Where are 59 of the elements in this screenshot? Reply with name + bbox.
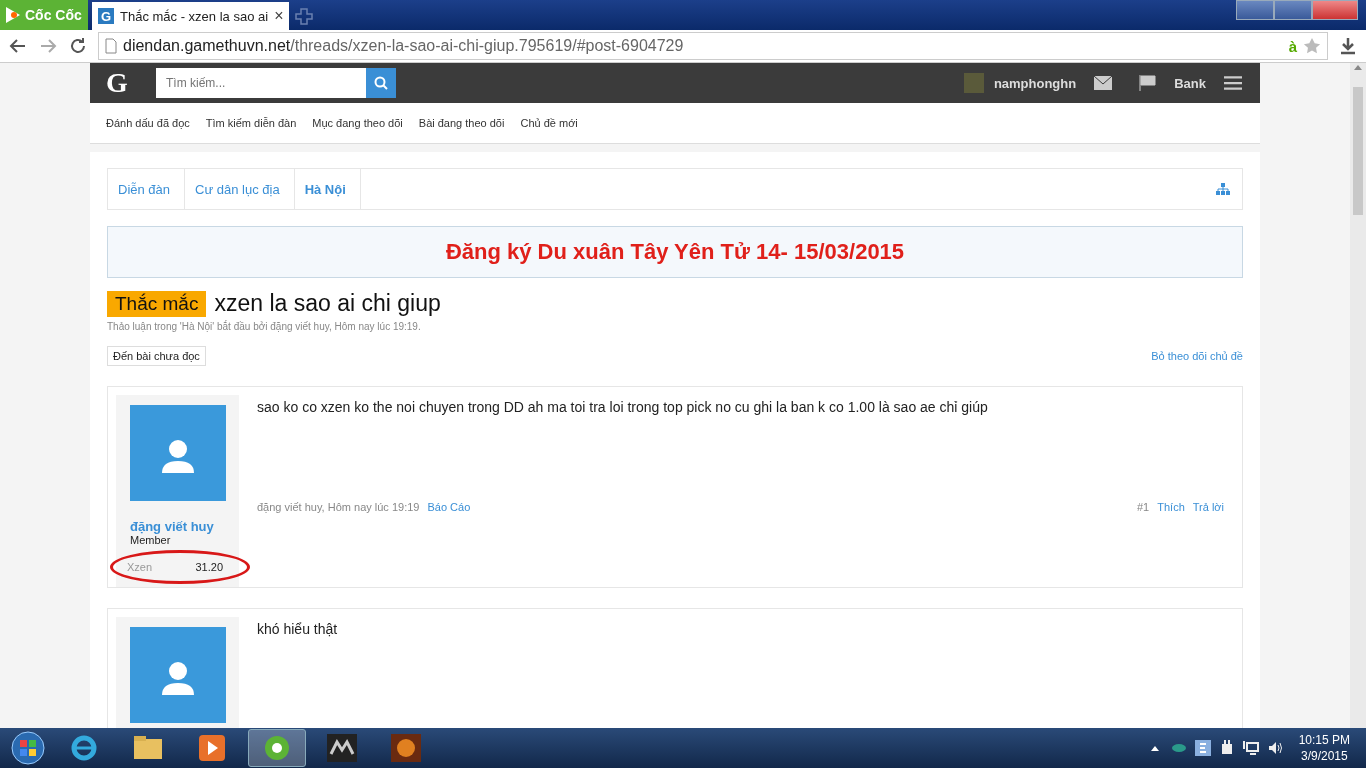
avatar-placeholder[interactable] bbox=[130, 405, 226, 501]
thread-description: Thảo luận trong 'Hà Nội' bắt đầu bởi đặng viết huy, Hôm nay lúc 19:19. bbox=[107, 321, 422, 332]
media-player-icon bbox=[199, 735, 225, 761]
game-icon bbox=[391, 734, 421, 762]
user-role: Member bbox=[130, 534, 172, 546]
reply-link[interactable]: Trả lời bbox=[1192, 501, 1224, 513]
post-message: khó hiểu thật bbox=[257, 621, 339, 639]
search-field[interactable]: Tìm kiếm... bbox=[156, 68, 366, 98]
browser-icon bbox=[263, 734, 291, 762]
sitemap-icon[interactable] bbox=[1216, 183, 1230, 195]
tray-app-icon[interactable] bbox=[1194, 740, 1211, 756]
flag-icon[interactable] bbox=[1138, 75, 1157, 91]
taskbar-app[interactable] bbox=[248, 729, 306, 767]
network-icon[interactable] bbox=[1242, 740, 1259, 756]
folder-icon bbox=[133, 735, 163, 761]
site-logo[interactable]: G bbox=[106, 67, 146, 99]
browser-tab[interactable]: G Thắc mắc - xzen la sao ai × bbox=[92, 2, 290, 30]
subnav-link[interactable]: Bài đang theo dõi bbox=[418, 117, 505, 129]
search-button[interactable] bbox=[366, 68, 396, 98]
username-link[interactable]: namphonghn bbox=[993, 75, 1077, 91]
new-tab-icon[interactable] bbox=[293, 6, 316, 26]
download-icon[interactable] bbox=[1338, 36, 1358, 56]
breadcrumb-link[interactable]: Cư dân lục địa bbox=[185, 169, 295, 209]
minimize-button[interactable] bbox=[1236, 0, 1274, 20]
site-favicon-icon: G bbox=[98, 8, 114, 24]
like-link[interactable]: Thích bbox=[1157, 501, 1185, 513]
volume-icon[interactable] bbox=[1266, 740, 1283, 756]
stat-value: 31.20 bbox=[195, 561, 223, 573]
reload-icon[interactable] bbox=[68, 36, 88, 56]
thread-title: xzen la sao ai chi giup bbox=[214, 290, 441, 317]
thread-prefix: Thắc mắc bbox=[107, 290, 207, 317]
bank-link[interactable]: Bank bbox=[1174, 75, 1206, 91]
game-icon bbox=[327, 734, 357, 762]
post-author-date: đặng viết huy, Hôm nay lúc 19:19 bbox=[257, 501, 420, 513]
star-icon[interactable] bbox=[1303, 37, 1321, 55]
subnav-link[interactable]: Mục đang theo dõi bbox=[312, 117, 403, 129]
address-bar[interactable]: diendan.gamethuvn.net/threads/xzen-la-sao-ai-chi-giup.795619/#post-6904729 à bbox=[98, 32, 1328, 60]
letter-e-icon bbox=[70, 734, 98, 762]
close-tab-button[interactable]: × bbox=[274, 7, 284, 25]
notice-banner[interactable]: Đăng ký Du xuân Tây Yên Tử 14- 15/03/2015 bbox=[107, 226, 1243, 278]
menu-icon[interactable] bbox=[1224, 75, 1242, 91]
avatar-placeholder[interactable] bbox=[130, 627, 226, 723]
stat-label: Xzen bbox=[127, 561, 153, 573]
clock[interactable]: 10:15 PM 3/9/2015 bbox=[1298, 732, 1350, 764]
search-icon bbox=[374, 76, 388, 90]
start-button[interactable] bbox=[8, 730, 48, 766]
post-message: sao ko co xzen ko the noi chuyen trong DD ah ma toi tra loi trong top pick no cu ghi la ban k co 1.00 là sao ae chỉ giúp bbox=[257, 399, 989, 417]
scrollbar-thumb[interactable] bbox=[1353, 87, 1363, 215]
unwatch-link[interactable]: Bỏ theo dõi chủ đề bbox=[1151, 350, 1243, 362]
unread-button[interactable]: Đến bài chưa đọc bbox=[107, 346, 206, 366]
post-number[interactable]: #1 bbox=[1137, 501, 1150, 513]
subnav-link[interactable]: Chủ đề mới bbox=[520, 117, 578, 129]
report-link[interactable]: Báo Cáo bbox=[427, 501, 471, 513]
page-icon bbox=[105, 38, 117, 54]
envelope-icon[interactable] bbox=[1094, 75, 1113, 91]
restore-button[interactable] bbox=[1274, 0, 1312, 20]
breadcrumb-link[interactable]: Diễn đàn bbox=[108, 169, 186, 209]
subnav-link[interactable]: Tìm kiếm diễn đàn bbox=[205, 117, 297, 129]
subnav-link[interactable]: Đánh dấu đã đọc bbox=[106, 117, 190, 129]
